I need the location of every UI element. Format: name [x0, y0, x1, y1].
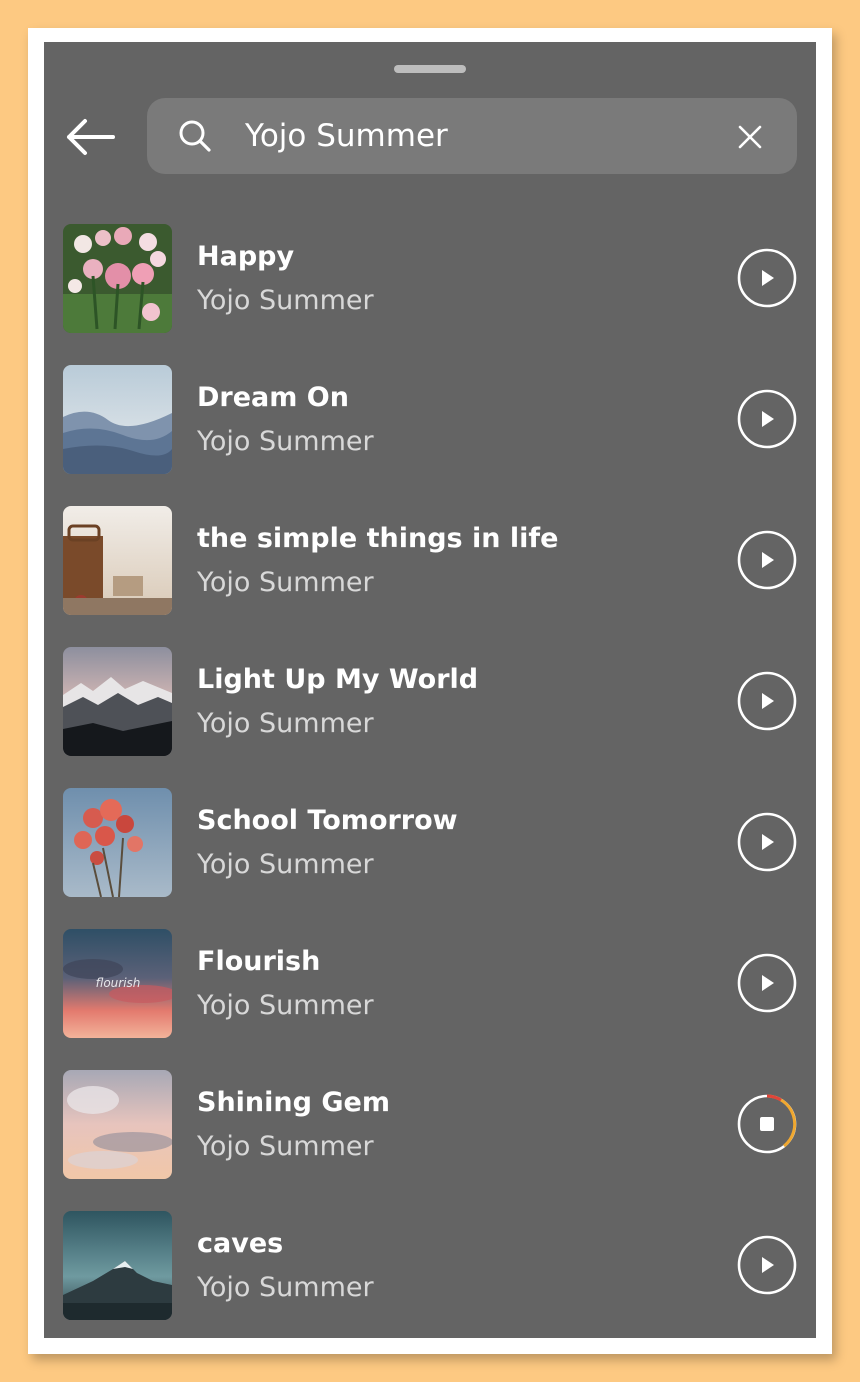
- photo-frame: Happy Yojo Summer: [28, 28, 832, 1354]
- result-row[interactable]: flourish Flourish Yojo Summer: [44, 929, 816, 1070]
- album-cover: [63, 224, 172, 333]
- album-cover: [63, 788, 172, 897]
- play-button[interactable]: [737, 248, 797, 308]
- song-title: Shining Gem: [197, 1087, 390, 1118]
- play-button[interactable]: [737, 812, 797, 872]
- song-artist: Yojo Summer: [197, 1131, 374, 1162]
- arrow-left-icon: [67, 119, 115, 155]
- stop-icon: [737, 1094, 797, 1154]
- song-title: caves: [197, 1228, 284, 1259]
- result-row[interactable]: Light Up My World Yojo Summer: [44, 647, 816, 788]
- song-title: School Tomorrow: [197, 805, 458, 836]
- search-bar[interactable]: [147, 98, 797, 174]
- song-title: Flourish: [197, 946, 321, 977]
- play-button[interactable]: [737, 953, 797, 1013]
- play-icon: [737, 812, 797, 872]
- song-artist: Yojo Summer: [197, 990, 374, 1021]
- play-button[interactable]: [737, 389, 797, 449]
- drag-handle[interactable]: [394, 65, 466, 73]
- play-button[interactable]: [737, 671, 797, 731]
- result-row[interactable]: School Tomorrow Yojo Summer: [44, 788, 816, 929]
- play-icon: [737, 953, 797, 1013]
- song-title: Dream On: [197, 382, 349, 413]
- song-artist: Yojo Summer: [197, 1272, 374, 1303]
- song-artist: Yojo Summer: [197, 849, 374, 880]
- search-input[interactable]: [245, 112, 715, 160]
- back-button[interactable]: [64, 114, 116, 160]
- song-artist: Yojo Summer: [197, 567, 374, 598]
- stop-button[interactable]: [737, 1094, 797, 1154]
- result-row[interactable]: Dream On Yojo Summer: [44, 365, 816, 506]
- song-title: Light Up My World: [197, 664, 479, 695]
- music-search-sheet: Happy Yojo Summer: [44, 42, 816, 1338]
- cover-text: flourish: [96, 976, 141, 990]
- album-cover: [63, 1070, 172, 1179]
- play-icon: [737, 248, 797, 308]
- results-list: Happy Yojo Summer Dream On Yojo Summer t…: [44, 224, 816, 1338]
- song-artist: Yojo Summer: [197, 285, 374, 316]
- result-row[interactable]: Shining Gem Yojo Summer: [44, 1070, 816, 1211]
- play-icon: [737, 1235, 797, 1295]
- close-icon[interactable]: [733, 120, 767, 154]
- result-row[interactable]: caves Yojo Summer: [44, 1211, 816, 1338]
- song-artist: Yojo Summer: [197, 708, 374, 739]
- play-icon: [737, 389, 797, 449]
- album-cover: [63, 1211, 172, 1320]
- play-button[interactable]: [737, 1235, 797, 1295]
- album-cover: [63, 647, 172, 756]
- song-title: Happy: [197, 241, 295, 272]
- play-icon: [737, 530, 797, 590]
- song-title: the simple things in life: [197, 523, 559, 554]
- play-icon: [737, 671, 797, 731]
- album-cover: [63, 506, 172, 615]
- album-cover: flourish: [63, 929, 172, 1038]
- search-icon: [177, 118, 213, 154]
- play-button[interactable]: [737, 530, 797, 590]
- song-artist: Yojo Summer: [197, 426, 374, 457]
- result-row[interactable]: the simple things in life Yojo Summer: [44, 506, 816, 647]
- album-cover: [63, 365, 172, 474]
- result-row[interactable]: Happy Yojo Summer: [44, 224, 816, 365]
